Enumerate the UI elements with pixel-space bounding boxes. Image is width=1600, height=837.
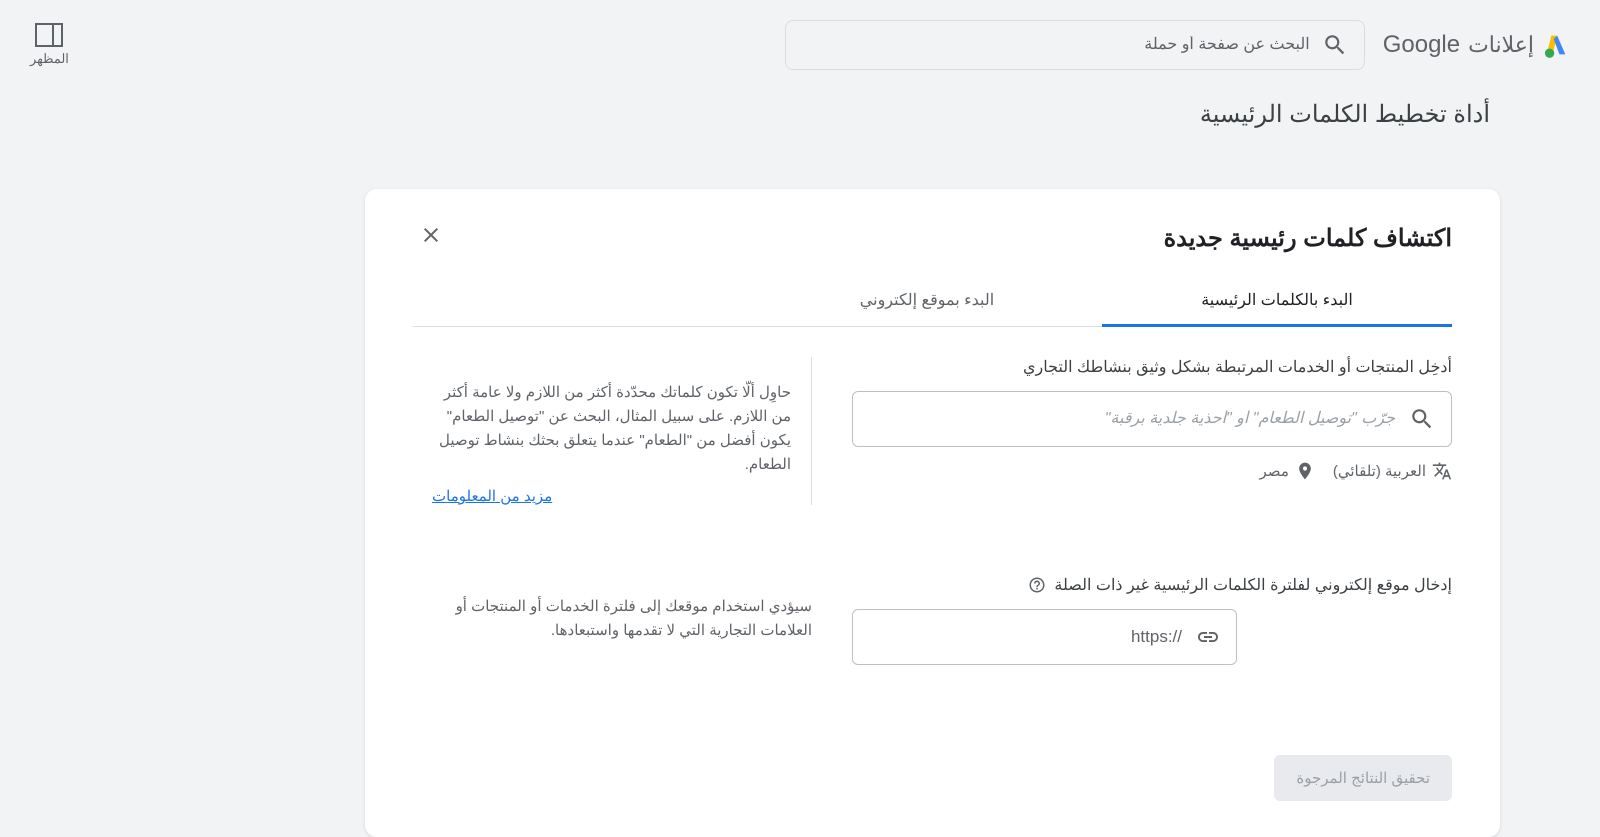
close-button[interactable] [413,217,449,260]
keyword-input-container[interactable] [852,391,1452,447]
tab-website[interactable]: البدء بموقع إلكتروني [752,276,1102,326]
location-selector[interactable]: مصر [1260,461,1315,481]
link-icon [1196,625,1220,649]
ads-label: إعلانات [1468,32,1534,58]
language-selector[interactable]: العربية (تلقائي) [1333,461,1452,481]
help-icon[interactable] [1028,576,1046,594]
location-icon [1295,461,1315,481]
keyword-help-text: حاوِل ألّا تكون كلماتك محدّدة أكثر من ال… [432,381,791,477]
layout-icon [35,23,63,47]
products-services-label: أدخِل المنتجات أو الخدمات المرتبطة بشكل … [852,357,1452,377]
tab-keywords[interactable]: البدء بالكلمات الرئيسية [1102,276,1452,327]
google-label: Google [1383,31,1460,59]
website-filter-label: إدخال موقع إلكتروني لفلترة الكلمات الرئي… [1054,575,1452,595]
url-scheme: https:// [1131,627,1182,647]
global-search[interactable] [785,20,1365,70]
google-ads-logo: إعلانات Google [1383,31,1570,59]
tabs: البدء بالكلمات الرئيسية البدء بموقع إلكت… [413,276,1452,327]
card-title: اكتشاف كلمات رئيسية جديدة [1164,224,1452,253]
close-icon [419,223,443,247]
keyword-input[interactable] [869,410,1395,428]
global-search-input[interactable] [802,36,1310,54]
get-results-button[interactable]: تحقيق النتائج المرجوة [1274,755,1452,801]
more-info-link[interactable]: مزيد من المعلومات [432,487,791,505]
url-input-container[interactable]: https:// [852,609,1237,665]
search-icon [1322,32,1348,58]
search-icon [1409,406,1435,432]
appearance-label: المظهر [30,51,69,67]
url-input[interactable] [869,628,1117,646]
appearance-toggle[interactable]: المظهر [30,23,69,67]
website-help-text: سيؤدي استخدام موقعك إلى فلترة الخدمات أو… [432,595,812,643]
google-ads-icon [1542,31,1570,59]
language-label: العربية (تلقائي) [1333,462,1426,480]
discover-keywords-card: اكتشاف كلمات رئيسية جديدة البدء بالكلمات… [365,189,1500,837]
translate-icon [1432,461,1452,481]
page-title: أداة تخطيط الكلمات الرئيسية [0,80,1600,129]
location-label: مصر [1260,462,1289,480]
